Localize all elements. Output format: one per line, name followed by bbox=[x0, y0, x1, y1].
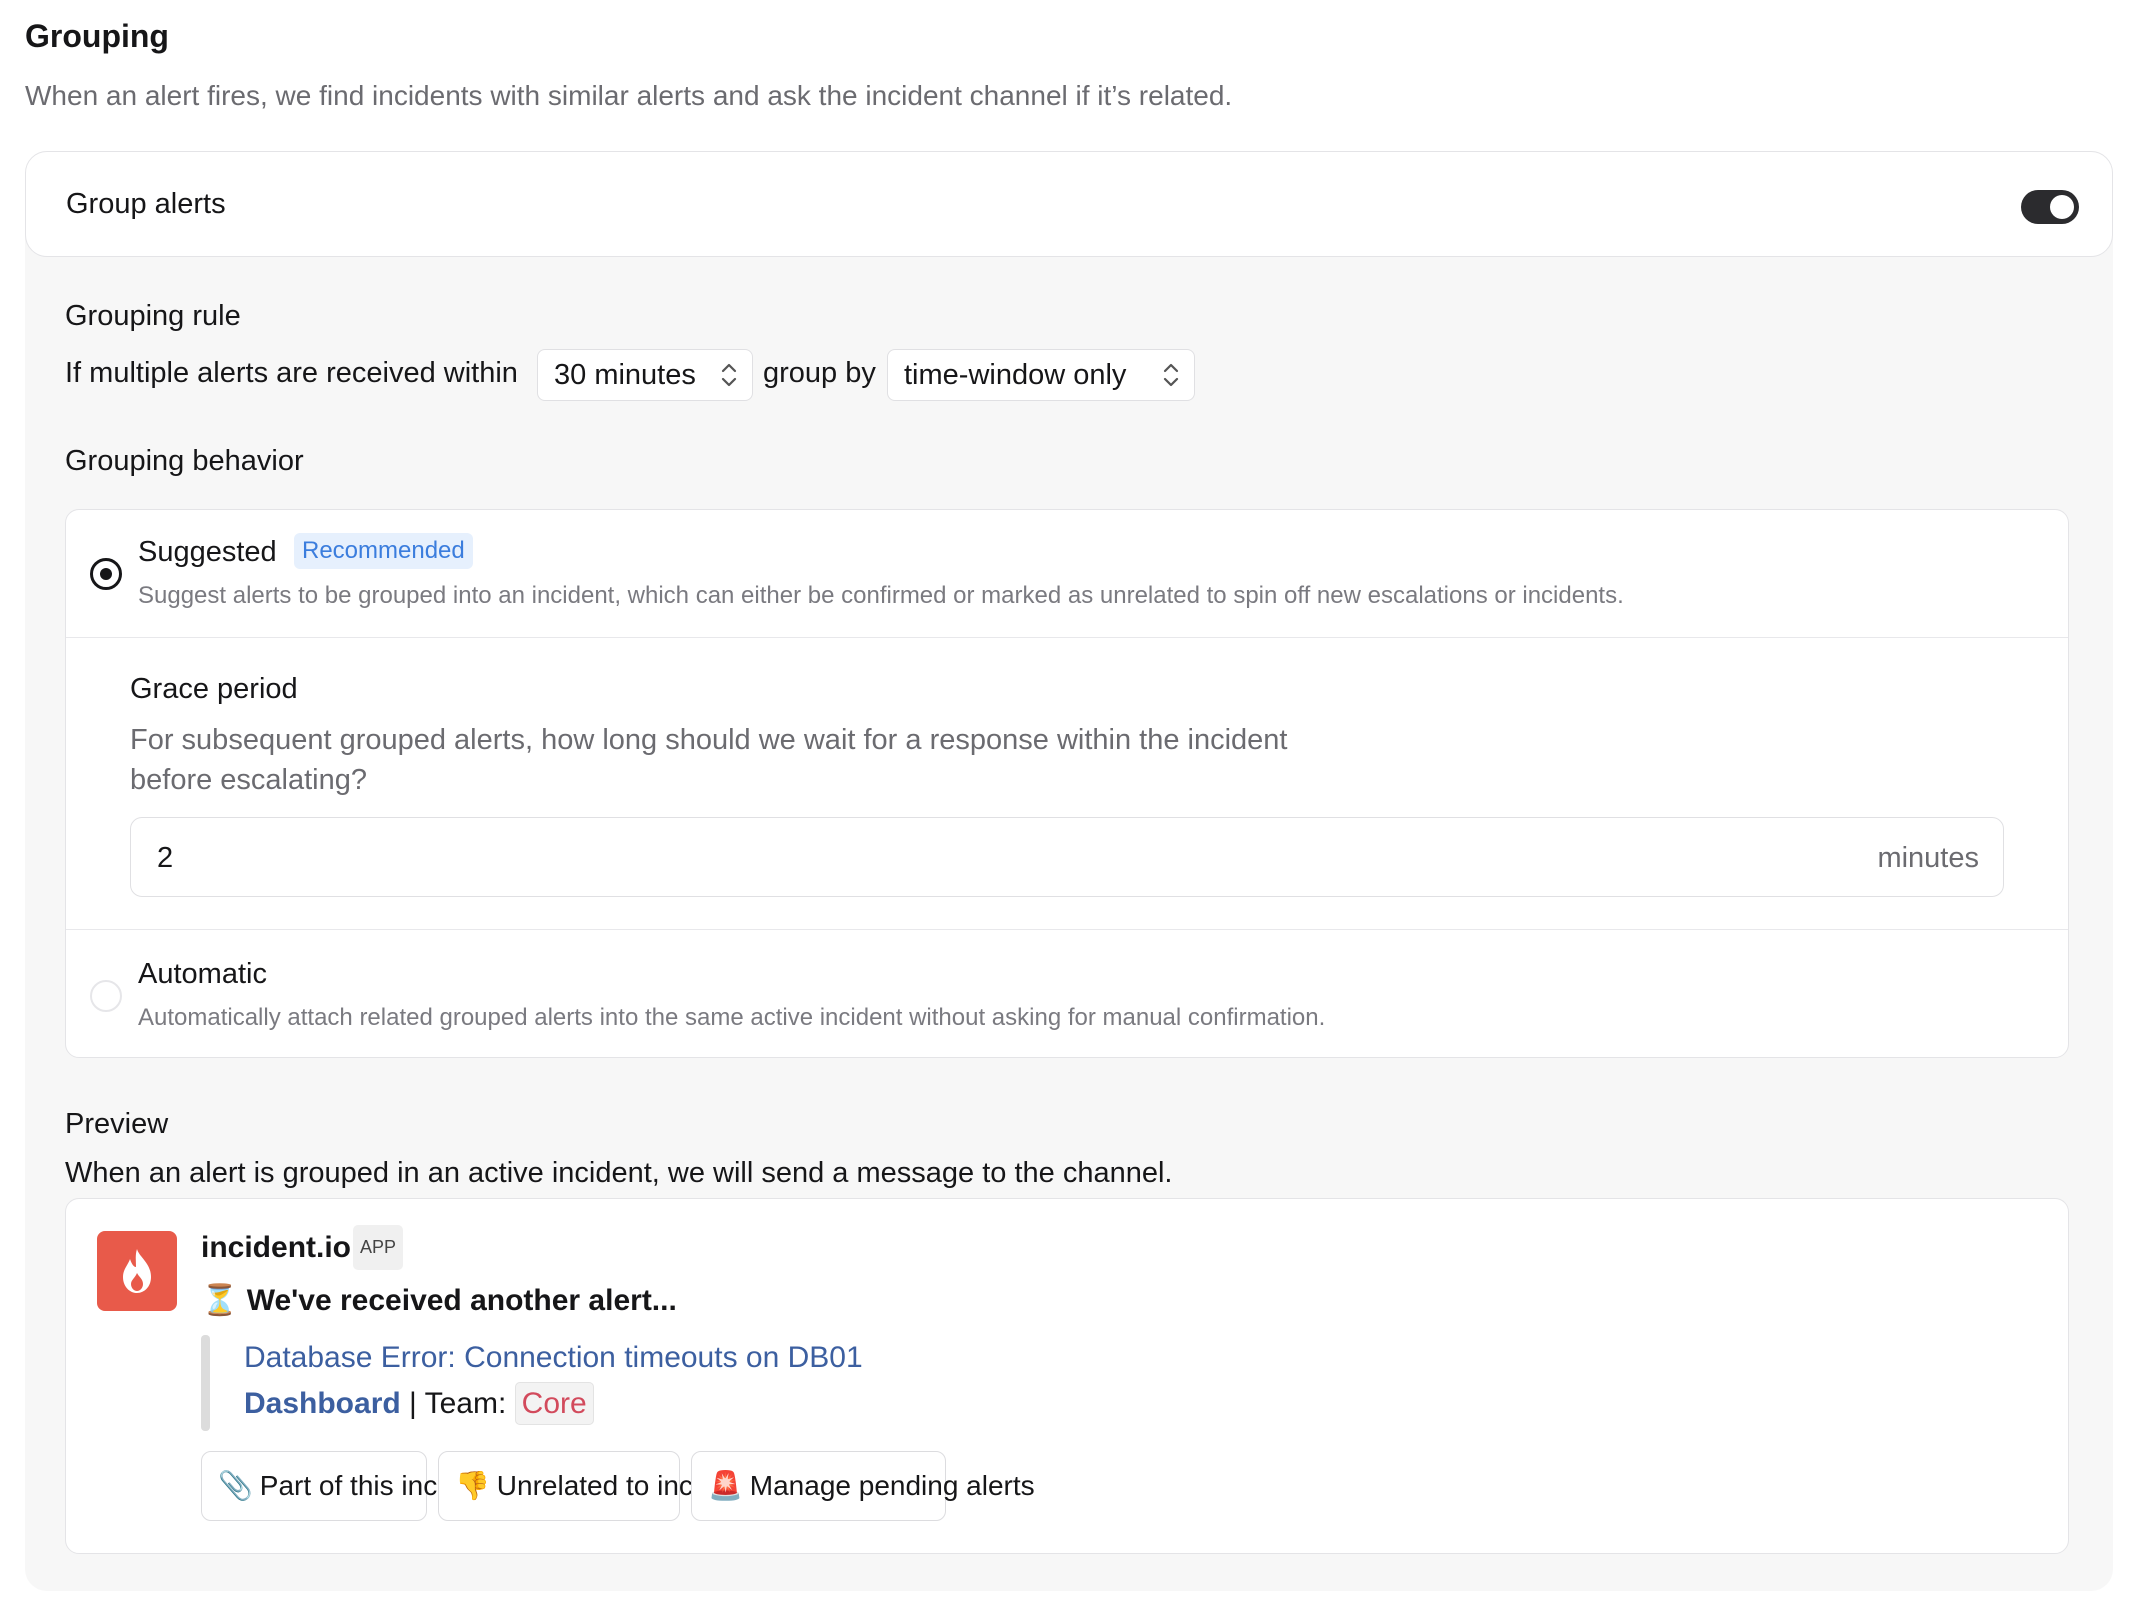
group-alerts-label: Group alerts bbox=[66, 188, 226, 220]
group-by-select[interactable]: time-window only bbox=[887, 349, 1195, 401]
suggested-radio[interactable] bbox=[90, 558, 122, 590]
group-alerts-toggle[interactable] bbox=[2021, 190, 2079, 224]
suggested-title: Suggested bbox=[138, 536, 277, 568]
grouping-behavior-title: Grouping behavior bbox=[65, 445, 304, 477]
divider bbox=[66, 929, 2068, 930]
incident-io-logo bbox=[97, 1231, 177, 1311]
group-by-value: time-window only bbox=[904, 359, 1127, 391]
grouping-rule-title: Grouping rule bbox=[65, 300, 241, 332]
team-prefix: | Team: bbox=[400, 1387, 515, 1420]
app-tag: APP bbox=[353, 1225, 404, 1270]
automatic-radio[interactable] bbox=[90, 980, 122, 1012]
thumbs-down-icon: 👎 bbox=[455, 1470, 490, 1501]
grace-period-unit: minutes bbox=[1877, 842, 1979, 874]
toggle-knob bbox=[2050, 195, 2074, 219]
manage-pending-label: Manage pending alerts bbox=[749, 1470, 1035, 1501]
message-preview-card: incident.io APP ⏳ We've received another… bbox=[65, 1198, 2069, 1554]
unrelated-to-incident-button[interactable]: 👎 Unrelated to incident bbox=[438, 1451, 754, 1521]
grace-period-input[interactable]: 2 minutes bbox=[130, 817, 2004, 897]
suggested-description: Suggest alerts to be grouped into an inc… bbox=[138, 582, 1624, 609]
grace-period-title: Grace period bbox=[130, 673, 298, 705]
manage-pending-alerts-button[interactable]: 🚨 Manage pending alerts bbox=[691, 1451, 1035, 1521]
message-headline: ⏳ We've received another alert... bbox=[201, 1283, 677, 1318]
paperclip-icon: 📎 bbox=[218, 1470, 253, 1501]
alert-link[interactable]: Database Error: Connection timeouts on D… bbox=[244, 1341, 863, 1375]
preview-description: When an alert is grouped in an active in… bbox=[65, 1157, 1173, 1189]
time-window-select[interactable]: 30 minutes bbox=[537, 349, 753, 401]
grace-period-description: For subsequent grouped alerts, how long … bbox=[130, 724, 1288, 796]
automatic-description: Automatically attach related grouped ale… bbox=[138, 1004, 1326, 1031]
grouping-behavior-card: Suggested Recommended Suggest alerts to … bbox=[65, 509, 2069, 1058]
app-name: incident.io bbox=[201, 1231, 351, 1264]
time-window-value: 30 minutes bbox=[554, 359, 696, 391]
grouping-rule-prefix: If multiple alerts are received within bbox=[65, 357, 518, 389]
chevron-up-down-icon bbox=[1163, 363, 1179, 387]
group-alerts-card: Group alerts bbox=[25, 151, 2113, 257]
alert-meta: Dashboard | Team: Core bbox=[244, 1382, 594, 1425]
divider bbox=[66, 637, 2068, 638]
automatic-title: Automatic bbox=[138, 958, 267, 990]
grace-period-value: 2 bbox=[157, 842, 174, 874]
headline-text: We've received another alert... bbox=[246, 1284, 677, 1317]
page-description: When an alert fires, we find incidents w… bbox=[25, 80, 1233, 111]
preview-title: Preview bbox=[65, 1108, 169, 1140]
dashboard-link[interactable]: Dashboard bbox=[244, 1387, 401, 1420]
quote-bar bbox=[201, 1335, 210, 1431]
flame-icon bbox=[123, 1249, 151, 1293]
grouping-rule-middle: group by bbox=[763, 357, 876, 389]
siren-icon: 🚨 bbox=[708, 1470, 743, 1501]
team-badge: Core bbox=[514, 1382, 594, 1425]
chevron-up-down-icon bbox=[721, 363, 737, 387]
hourglass-icon: ⏳ bbox=[201, 1284, 239, 1317]
part-of-incident-button[interactable]: 📎 Part of this incident bbox=[201, 1451, 498, 1521]
grouping-settings-page: Grouping When an alert fires, we find in… bbox=[0, 0, 2138, 1622]
recommended-badge: Recommended bbox=[294, 533, 473, 569]
page-title: Grouping bbox=[25, 18, 169, 54]
